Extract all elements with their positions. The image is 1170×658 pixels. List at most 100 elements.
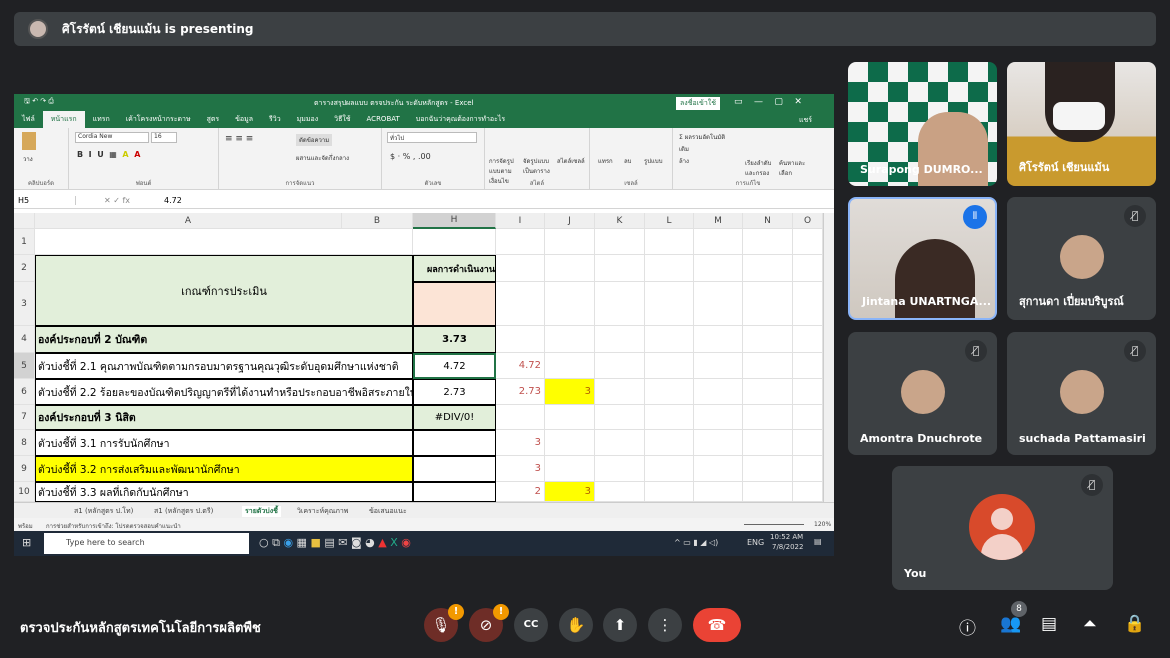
empty-cell[interactable]: [694, 482, 743, 502]
empty-cell[interactable]: [595, 482, 645, 502]
cell-J[interactable]: [545, 229, 595, 255]
empty-cell[interactable]: [743, 255, 793, 282]
empty-cell[interactable]: [793, 282, 823, 326]
row-header[interactable]: 10: [14, 482, 35, 502]
merge-center-button[interactable]: ผสานและจัดกึ่งกลาง: [296, 153, 349, 163]
empty-cell[interactable]: [743, 282, 793, 326]
spreadsheet-grid[interactable]: A B H I J K L M N O 1 2 เกณฑ์การประเมิน ผลการดำเนินงา…: [14, 213, 834, 502]
empty-cell[interactable]: [694, 326, 743, 353]
name-box[interactable]: H5: [18, 196, 76, 205]
clear-button[interactable]: ล้าง: [679, 156, 689, 166]
ribbon-tab[interactable]: สูตร: [199, 111, 228, 128]
empty-cell[interactable]: [793, 326, 823, 353]
column-header[interactable]: M: [694, 213, 743, 229]
cell-A[interactable]: ตัวบ่งชี้ที่ 2.2 ร้อยละของบัณฑิตปริญญาตร…: [35, 379, 413, 405]
empty-cell[interactable]: [743, 379, 793, 405]
empty-cell[interactable]: [743, 430, 793, 456]
column-header[interactable]: N: [743, 213, 793, 229]
cell-J[interactable]: [545, 255, 595, 282]
present-button[interactable]: ⬆: [603, 608, 637, 642]
cell-H[interactable]: [413, 282, 496, 326]
wrap-text-button[interactable]: ตัดข้อความ: [296, 134, 333, 146]
empty-cell[interactable]: [793, 379, 823, 405]
cell-H[interactable]: #DIV/0!: [413, 405, 496, 430]
column-header[interactable]: O: [793, 213, 823, 229]
cell-H[interactable]: 2.73: [413, 379, 496, 405]
empty-cell[interactable]: [694, 379, 743, 405]
empty-cell[interactable]: [595, 353, 645, 379]
raise-hand-button[interactable]: ✋: [559, 608, 593, 642]
empty-cell[interactable]: [743, 456, 793, 482]
format-cells-button[interactable]: รูปแบบ: [644, 156, 663, 166]
paste-button[interactable]: วาง: [23, 154, 33, 164]
cell-J[interactable]: [545, 282, 595, 326]
accessibility-status[interactable]: การช่วยสำหรับการเข้าถึง: โปรดตรวจสอบคำแน…: [46, 521, 181, 531]
empty-cell[interactable]: [743, 482, 793, 502]
row-header[interactable]: 8: [14, 430, 35, 456]
cell-A[interactable]: [35, 229, 413, 255]
cell-H[interactable]: [413, 229, 496, 255]
chat-icon[interactable]: ▤: [1041, 614, 1057, 634]
share-button[interactable]: แชร์: [799, 115, 812, 126]
cell-I[interactable]: [496, 229, 545, 255]
empty-cell[interactable]: [595, 255, 645, 282]
meeting-info-icon[interactable]: ⓘ: [959, 614, 976, 639]
window-controls[interactable]: ▭ — ▢ ✕: [734, 97, 802, 107]
empty-cell[interactable]: [595, 326, 645, 353]
empty-cell[interactable]: [645, 405, 694, 430]
empty-cell[interactable]: [694, 353, 743, 379]
row-header[interactable]: 2: [14, 255, 35, 282]
sheet-tab[interactable]: ส1 (หลักสูตร ป.โท): [74, 506, 133, 517]
cell-I[interactable]: 2.73: [496, 379, 545, 405]
cell-H[interactable]: 4.72: [413, 353, 496, 379]
cell-styles-button[interactable]: สไตล์เซลล์: [557, 156, 585, 166]
column-header[interactable]: B: [342, 213, 413, 229]
sheet-tab[interactable]: ข้อเสนอแนะ: [369, 506, 407, 517]
host-controls-icon[interactable]: 🔒: [1124, 614, 1145, 634]
empty-cell[interactable]: [694, 430, 743, 456]
cell-H[interactable]: [413, 482, 496, 502]
notification-icon[interactable]: ▤: [814, 537, 822, 546]
row-header[interactable]: 3: [14, 282, 35, 326]
signin-button[interactable]: ลงชื่อเข้าใช้: [676, 97, 720, 110]
empty-cell[interactable]: [793, 229, 823, 255]
empty-cell[interactable]: [743, 353, 793, 379]
cell-I[interactable]: [496, 326, 545, 353]
taskbar-search[interactable]: Type here to search: [44, 533, 249, 554]
column-header[interactable]: J: [545, 213, 595, 229]
column-header[interactable]: H: [413, 213, 496, 229]
captions-button[interactable]: CC: [514, 608, 548, 642]
ribbon-tab[interactable]: วิธีใช้: [326, 111, 358, 128]
language-indicator[interactable]: ENG: [747, 538, 764, 547]
empty-cell[interactable]: [645, 255, 694, 282]
ribbon-tab[interactable]: มุมมอง: [289, 111, 326, 128]
cell-A[interactable]: ตัวบ่งชี้ที่ 2.1 คุณภาพบัณฑิตตามกรอบมาตร…: [35, 353, 413, 379]
empty-cell[interactable]: [793, 255, 823, 282]
empty-cell[interactable]: [595, 456, 645, 482]
delete-cells-button[interactable]: ลบ: [624, 156, 632, 166]
row-header[interactable]: 4: [14, 326, 35, 353]
cell-I[interactable]: [496, 405, 545, 430]
cell-J[interactable]: 3: [545, 379, 595, 405]
insert-cells-button[interactable]: แทรก: [598, 156, 613, 166]
windows-start-icon[interactable]: ⊞: [22, 536, 31, 549]
empty-cell[interactable]: [694, 229, 743, 255]
sheet-tab[interactable]: รายตัวบ่งชี้: [242, 506, 281, 517]
sheet-tab[interactable]: วิเคราะห์คุณภาพ: [297, 506, 348, 517]
font-name-select[interactable]: Cordia New: [75, 132, 149, 143]
cell-A[interactable]: ตัวบ่งชี้ที่ 3.3 ผลที่เกิดกับนักศึกษา: [35, 482, 413, 502]
participant-tile[interactable]: Surapong DUMRO...: [848, 62, 997, 186]
empty-cell[interactable]: [793, 430, 823, 456]
empty-cell[interactable]: [694, 456, 743, 482]
empty-cell[interactable]: [645, 229, 694, 255]
paste-icon[interactable]: [22, 132, 36, 150]
find-select-button[interactable]: ค้นหาและเลือก: [779, 158, 809, 178]
column-header[interactable]: I: [496, 213, 545, 229]
cell-A[interactable]: องค์ประกอบที่ 3 นิสิต: [35, 405, 413, 430]
cell-A[interactable]: องค์ประกอบที่ 2 บัณฑิต: [35, 326, 413, 353]
cell-A2-merged[interactable]: เกณฑ์การประเมิน: [35, 255, 413, 326]
number-format-icons[interactable]: $ · % , .00: [390, 152, 431, 161]
ribbon-tab[interactable]: ACROBAT: [359, 111, 408, 128]
cell-H[interactable]: [413, 430, 496, 456]
camera-button[interactable]: ⊘!: [469, 604, 509, 642]
